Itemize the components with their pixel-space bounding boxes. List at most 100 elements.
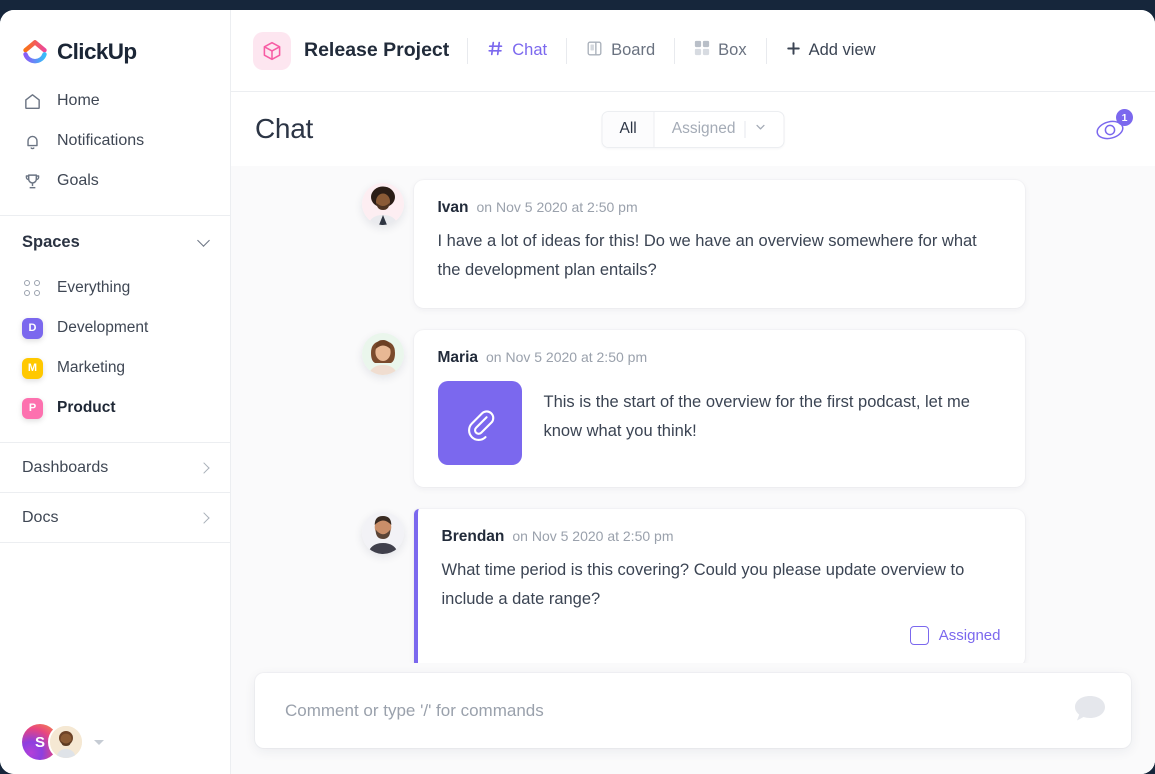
sidebar-item-docs[interactable]: Docs bbox=[0, 492, 230, 542]
message-card: Ivan on Nov 5 2020 at 2:50 pm I have a l… bbox=[414, 180, 1025, 308]
message-item: Maria on Nov 5 2020 at 2:50 pm This is t… bbox=[362, 330, 1025, 487]
assigned-checkbox[interactable] bbox=[910, 626, 929, 645]
tab-label: Box bbox=[718, 41, 746, 60]
app-logo-text: ClickUp bbox=[57, 39, 137, 65]
sidebar-item-label: Home bbox=[57, 92, 100, 110]
section-label: Dashboards bbox=[22, 459, 108, 477]
message-item: Brendan on Nov 5 2020 at 2:50 pm What ti… bbox=[362, 509, 1025, 663]
tab-label: Chat bbox=[512, 41, 547, 60]
add-view-button[interactable]: Add view bbox=[767, 31, 895, 71]
message-body: This is the start of the overview for th… bbox=[544, 381, 1001, 447]
space-label: Everything bbox=[57, 279, 130, 297]
chat-header: Chat All Assigned bbox=[231, 92, 1155, 166]
chevron-right-icon bbox=[198, 462, 209, 473]
watchers-count-badge: 1 bbox=[1116, 109, 1133, 126]
sidebar: ClickUp Home Notifications bbox=[0, 10, 231, 774]
brendan-avatar[interactable] bbox=[362, 512, 404, 554]
sidebar-user-area: S bbox=[0, 710, 230, 774]
space-badge: D bbox=[22, 318, 43, 339]
chat-content: Chat All Assigned bbox=[231, 92, 1155, 774]
grid-dots-icon bbox=[22, 278, 43, 299]
top-bar: Release Project Chat bbox=[231, 10, 1155, 92]
main-area: Release Project Chat bbox=[231, 10, 1155, 774]
space-badge: M bbox=[22, 358, 43, 379]
message-card: Brendan on Nov 5 2020 at 2:50 pm What ti… bbox=[414, 509, 1025, 663]
space-label: Marketing bbox=[57, 359, 125, 377]
add-view-label: Add view bbox=[809, 41, 876, 60]
sidebar-item-marketing[interactable]: M Marketing bbox=[0, 348, 230, 388]
page-title: Chat bbox=[255, 113, 313, 145]
cube-icon bbox=[253, 32, 291, 70]
assigned-control[interactable]: Assigned bbox=[442, 626, 1001, 645]
message-body: What time period is this covering? Could… bbox=[442, 556, 1001, 615]
attachment-row: This is the start of the overview for th… bbox=[438, 377, 1001, 465]
box-grid-icon bbox=[694, 40, 710, 61]
sidebar-item-development[interactable]: D Development bbox=[0, 308, 230, 348]
message-thread: Ivan on Nov 5 2020 at 2:50 pm I have a l… bbox=[231, 166, 1155, 663]
message-meta: Maria on Nov 5 2020 at 2:50 pm bbox=[438, 349, 1001, 367]
bell-icon bbox=[22, 131, 42, 151]
chevron-right-icon bbox=[198, 512, 209, 523]
space-badge: P bbox=[22, 398, 43, 419]
spaces-header[interactable]: Spaces bbox=[0, 216, 230, 268]
chevron-down-icon bbox=[197, 234, 210, 247]
primary-nav: Home Notifications bbox=[0, 72, 230, 201]
spaces-list: Everything D Development M Marketing P P… bbox=[0, 268, 230, 428]
sidebar-item-label: Goals bbox=[57, 172, 99, 190]
message-meta: Brendan on Nov 5 2020 at 2:50 pm bbox=[442, 528, 1001, 546]
message-timestamp: on Nov 5 2020 at 2:50 pm bbox=[512, 528, 673, 544]
ivan-avatar[interactable] bbox=[362, 183, 404, 225]
chat-filter-toggle: All Assigned bbox=[602, 111, 785, 148]
watchers-button[interactable]: 1 bbox=[1093, 113, 1131, 145]
composer[interactable] bbox=[255, 673, 1131, 748]
hash-icon bbox=[487, 40, 504, 62]
sidebar-item-everything[interactable]: Everything bbox=[0, 268, 230, 308]
clickup-logo-icon bbox=[22, 39, 48, 65]
assigned-label: Assigned bbox=[939, 627, 1001, 644]
sidebar-item-goals[interactable]: Goals bbox=[0, 161, 230, 201]
sidebar-item-home[interactable]: Home bbox=[0, 81, 230, 121]
spaces-title: Spaces bbox=[22, 233, 80, 252]
sidebar-item-label: Notifications bbox=[57, 132, 144, 150]
caret-down-icon[interactable] bbox=[94, 740, 104, 745]
space-label: Product bbox=[57, 399, 116, 417]
message-body: I have a lot of ideas for this! Do we ha… bbox=[438, 227, 1001, 286]
filter-all-label: All bbox=[620, 120, 637, 138]
filter-assigned-label: Assigned bbox=[672, 120, 736, 138]
message-item: Ivan on Nov 5 2020 at 2:50 pm I have a l… bbox=[362, 180, 1025, 308]
message-meta: Ivan on Nov 5 2020 at 2:50 pm bbox=[438, 199, 1001, 217]
sidebar-item-product[interactable]: P Product bbox=[0, 388, 230, 428]
page-title-project: Release Project bbox=[304, 39, 449, 62]
chat-bubble-icon[interactable] bbox=[1073, 692, 1107, 729]
plus-icon bbox=[786, 41, 801, 61]
app-window: ClickUp Home Notifications bbox=[0, 10, 1155, 774]
avatar-stack[interactable]: S bbox=[22, 724, 84, 760]
app-logo[interactable]: ClickUp bbox=[0, 10, 230, 72]
composer-area bbox=[231, 663, 1155, 774]
sidebar-item-notifications[interactable]: Notifications bbox=[0, 121, 230, 161]
paperclip-icon[interactable] bbox=[438, 381, 522, 465]
sidebar-item-dashboards[interactable]: Dashboards bbox=[0, 442, 230, 492]
message-author: Brendan bbox=[442, 528, 505, 546]
tab-box[interactable]: Box bbox=[675, 31, 765, 71]
tab-label: Board bbox=[611, 41, 655, 60]
filter-assigned-button[interactable]: Assigned bbox=[655, 112, 784, 147]
filter-all-button[interactable]: All bbox=[603, 112, 655, 147]
home-icon bbox=[22, 91, 42, 111]
maria-avatar[interactable] bbox=[362, 333, 404, 375]
tab-chat[interactable]: Chat bbox=[468, 31, 566, 71]
message-timestamp: on Nov 5 2020 at 2:50 pm bbox=[477, 199, 638, 215]
message-author: Ivan bbox=[438, 199, 469, 217]
message-timestamp: on Nov 5 2020 at 2:50 pm bbox=[486, 349, 647, 365]
space-label: Development bbox=[57, 319, 148, 337]
board-icon bbox=[586, 40, 603, 62]
message-author: Maria bbox=[438, 349, 479, 367]
trophy-icon bbox=[22, 171, 42, 191]
section-label: Docs bbox=[22, 509, 58, 527]
user-avatar bbox=[48, 724, 84, 760]
comment-input[interactable] bbox=[285, 701, 1061, 721]
chevron-down-icon[interactable] bbox=[755, 120, 767, 138]
divider bbox=[745, 121, 746, 138]
tab-board[interactable]: Board bbox=[567, 31, 674, 71]
message-card: Maria on Nov 5 2020 at 2:50 pm This is t… bbox=[414, 330, 1025, 487]
